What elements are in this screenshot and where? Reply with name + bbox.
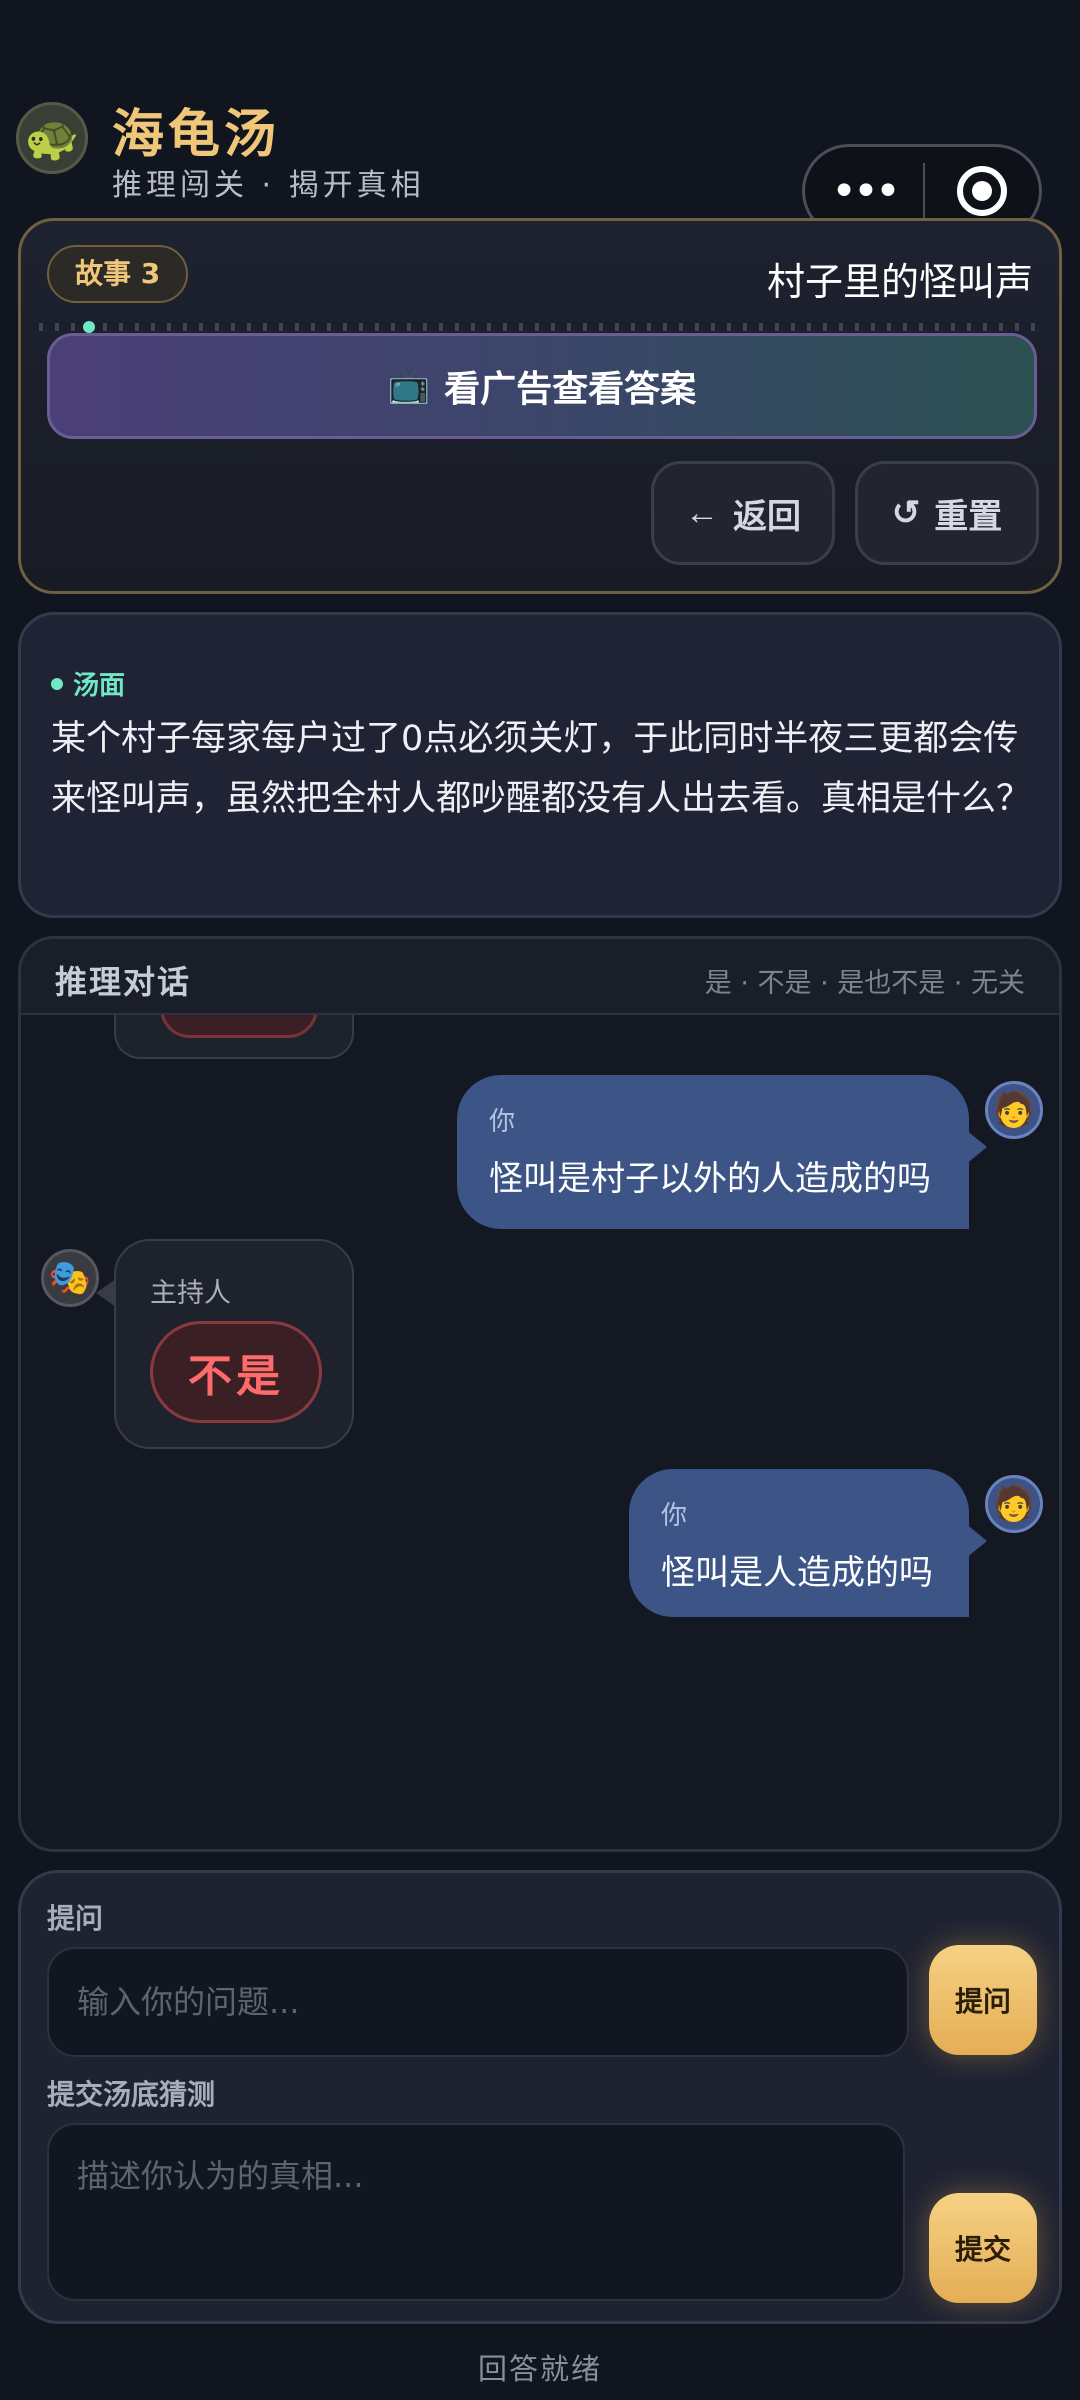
user-avatar-icon: 🧑 xyxy=(985,1081,1043,1139)
soup-label: 汤面 xyxy=(51,665,125,702)
app-header: 🐢 海龟汤 推理闯关 · 揭开真相 ••• xyxy=(0,0,1080,238)
host-name-label: 主持人 xyxy=(150,1278,231,1309)
app-title: 海龟汤 xyxy=(112,105,281,165)
chat-header: 推理对话 是 · 不是 · 是也不是 · 无关 xyxy=(21,939,1059,1015)
user-message: 你 怪叫是人造成的吗 xyxy=(629,1469,987,1617)
user-name-label: 你 xyxy=(661,1501,688,1531)
user-message: 你 怪叫是村子以外的人造成的吗 xyxy=(457,1075,987,1229)
back-button[interactable]: ← 返回 xyxy=(651,461,835,565)
more-icon[interactable]: ••• xyxy=(805,166,923,217)
chat-title: 推理对话 xyxy=(55,963,192,1001)
host-message: 主持人 不是 xyxy=(96,1239,354,1449)
reset-button[interactable]: ↺ 重置 xyxy=(855,461,1039,565)
tv-icon: 📺 xyxy=(387,367,431,405)
turtle-icon: 🐢 xyxy=(16,102,88,174)
user-message-text: 怪叫是村子以外的人造成的吗 xyxy=(489,1159,931,1199)
input-card: 提问 提问 提交汤底猜测 提交 xyxy=(18,1870,1062,2324)
host-message-partial xyxy=(114,999,354,1059)
user-avatar-icon: 🧑 xyxy=(985,1475,1043,1533)
back-label: 返回 xyxy=(733,497,801,536)
guess-label: 提交汤底猜测 xyxy=(47,2078,216,2111)
app-subtitle: 推理闯关 · 揭开真相 xyxy=(112,168,425,203)
ask-label: 提问 xyxy=(47,1902,104,1935)
watch-ad-label: 看广告查看答案 xyxy=(444,368,697,409)
status-text: 回答就绪 xyxy=(477,2352,602,2386)
arrow-left-icon: ← xyxy=(685,493,719,532)
host-avatar-icon: 🎭 xyxy=(41,1249,99,1307)
story-progress-track xyxy=(39,323,1047,331)
story-progress-indicator xyxy=(83,321,95,333)
story-card: 故事 3 村子里的怪叫声 📺 看广告查看答案 ← 返回 ↺ 重置 xyxy=(18,218,1062,594)
question-input[interactable] xyxy=(47,1947,909,2057)
soup-card: 汤面 某个村子每家每户过了0点必须关灯，于此同时半夜三更都会传来怪叫声，虽然把全… xyxy=(18,612,1062,918)
user-message-text: 怪叫是人造成的吗 xyxy=(661,1553,933,1593)
user-name-label: 你 xyxy=(489,1107,516,1137)
chat-panel[interactable]: 你 怪叫是村子以外的人造成的吗 🧑 🎭 主持人 不是 你 怪叫是人造成的吗 🧑 … xyxy=(18,936,1062,1852)
story-number-badge: 故事 3 xyxy=(47,245,189,303)
soup-text: 某个村子每家每户过了0点必须关灯，于此同时半夜三更都会传来怪叫声，虽然把全村人都… xyxy=(51,719,1032,819)
guess-textarea[interactable] xyxy=(47,2123,905,2301)
close-target-icon[interactable] xyxy=(925,166,1039,216)
reset-label: 重置 xyxy=(934,497,1003,536)
host-answer-badge: 不是 xyxy=(150,1321,322,1423)
answer-rules-hint: 是 · 不是 · 是也不是 · 无关 xyxy=(704,968,1025,999)
watch-ad-answer-button[interactable]: 📺 看广告查看答案 xyxy=(47,333,1037,439)
story-title: 村子里的怪叫声 xyxy=(766,260,1033,304)
ask-button[interactable]: 提问 xyxy=(929,1945,1037,2055)
submit-guess-button[interactable]: 提交 xyxy=(929,2193,1037,2303)
refresh-icon: ↺ xyxy=(891,494,921,532)
